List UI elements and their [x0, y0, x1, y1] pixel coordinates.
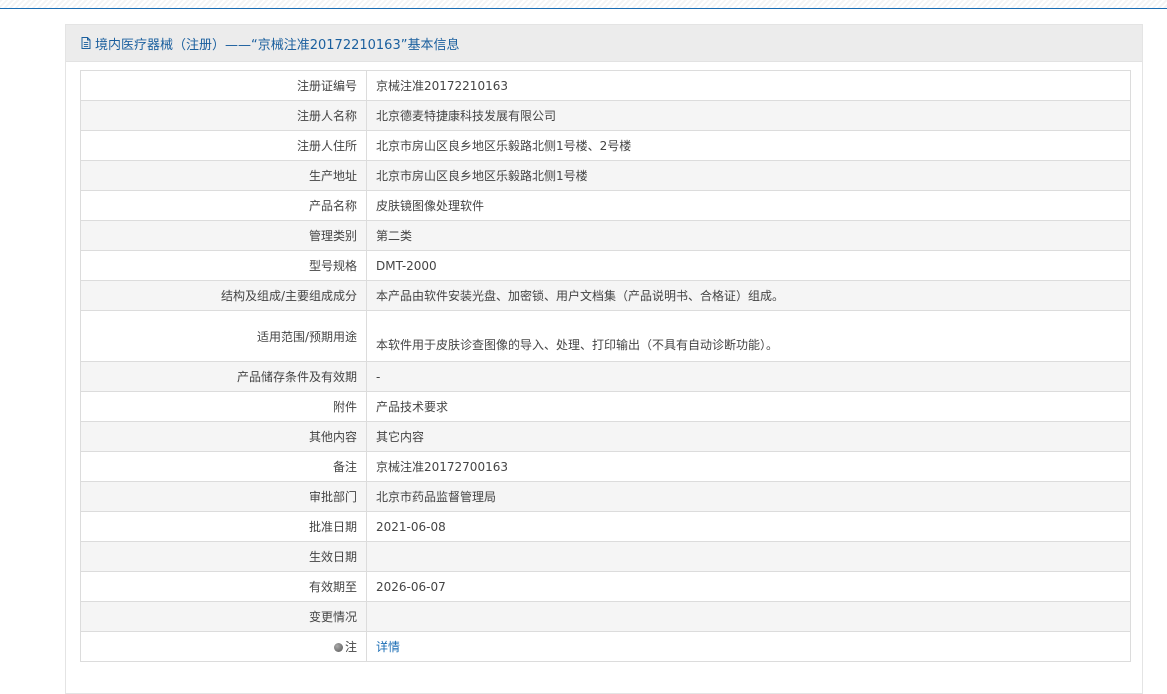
table-row: 批准日期 2021-06-08: [80, 511, 1131, 542]
table-row: 型号规格 DMT-2000: [80, 250, 1131, 281]
row-value: [366, 541, 1131, 572]
row-label: 批准日期: [80, 511, 367, 542]
row-label: 产品储存条件及有效期: [80, 361, 367, 392]
row-value: 北京市药品监督管理局: [366, 481, 1131, 512]
row-label: 型号规格: [80, 250, 367, 281]
info-table: 注册证编号 京械注准20172210163 注册人名称 北京德麦特捷康科技发展有…: [80, 70, 1131, 662]
row-value: 北京市房山区良乡地区乐毅路北侧1号楼: [366, 160, 1131, 191]
details-link[interactable]: 详情: [376, 640, 400, 654]
table-row: 生产地址 北京市房山区良乡地区乐毅路北侧1号楼: [80, 160, 1131, 191]
row-label: 备注: [80, 451, 367, 482]
row-label: 注册人名称: [80, 100, 367, 131]
row-label: 管理类别: [80, 220, 367, 251]
pin-icon: [333, 643, 343, 652]
note-label: 注: [344, 640, 357, 654]
table-row: 管理类别 第二类: [80, 220, 1131, 251]
row-label: 附件: [80, 391, 367, 422]
table-row: 产品储存条件及有效期 -: [80, 361, 1131, 392]
info-panel: 境内医疗器械（注册）——“京械注准20172210163”基本信息 注册证编号 …: [65, 24, 1143, 694]
row-label: 结构及组成/主要组成成分: [80, 280, 367, 311]
row-value: 京械注准20172210163: [366, 70, 1131, 101]
table-row: 审批部门 北京市药品监督管理局: [80, 481, 1131, 512]
table-row: 有效期至 2026-06-07: [80, 571, 1131, 602]
row-label: 有效期至: [80, 571, 367, 602]
row-label: 生产地址: [80, 160, 367, 191]
row-value: 京械注准20172700163: [366, 451, 1131, 482]
note-label-cell: 注: [80, 631, 367, 662]
table-row: 适用范围/预期用途 本软件用于皮肤诊查图像的导入、处理、打印输出（不具有自动诊断…: [80, 310, 1131, 362]
row-value: 其它内容: [366, 421, 1131, 452]
table-row: 生效日期: [80, 541, 1131, 572]
table-row: 注册人住所 北京市房山区良乡地区乐毅路北侧1号楼、2号楼: [80, 130, 1131, 161]
table-row: 附件 产品技术要求: [80, 391, 1131, 422]
table-row: 产品名称 皮肤镜图像处理软件: [80, 190, 1131, 221]
row-value: 本产品由软件安装光盘、加密锁、用户文档集（产品说明书、合格证）组成。: [366, 280, 1131, 311]
panel-body: 注册证编号 京械注准20172210163 注册人名称 北京德麦特捷康科技发展有…: [66, 62, 1142, 693]
row-value: 2021-06-08: [366, 511, 1131, 542]
row-value: 皮肤镜图像处理软件: [366, 190, 1131, 221]
table-row: 注册证编号 京械注准20172210163: [80, 70, 1131, 101]
row-value: 北京市房山区良乡地区乐毅路北侧1号楼、2号楼: [366, 130, 1131, 161]
table-row: 变更情况: [80, 601, 1131, 632]
table-row: 注册人名称 北京德麦特捷康科技发展有限公司: [80, 100, 1131, 131]
table-row-note: 注 详情: [80, 631, 1131, 662]
row-value: 产品技术要求: [366, 391, 1131, 422]
table-row: 结构及组成/主要组成成分 本产品由软件安装光盘、加密锁、用户文档集（产品说明书、…: [80, 280, 1131, 311]
page-title: 境内医疗器械（注册）——“京械注准20172210163”基本信息: [95, 37, 460, 53]
row-label: 变更情况: [80, 601, 367, 632]
row-label: 注册证编号: [80, 70, 367, 101]
row-value: DMT-2000: [366, 250, 1131, 281]
row-value: 北京德麦特捷康科技发展有限公司: [366, 100, 1131, 131]
row-label: 其他内容: [80, 421, 367, 452]
row-value: 2026-06-07: [366, 571, 1131, 602]
row-label: 注册人住所: [80, 130, 367, 161]
document-icon: [81, 37, 91, 49]
row-value: 第二类: [366, 220, 1131, 251]
note-value-cell: 详情: [366, 631, 1131, 662]
row-label: 产品名称: [80, 190, 367, 221]
row-label: 生效日期: [80, 541, 367, 572]
row-value: [366, 601, 1131, 632]
row-value: -: [366, 361, 1131, 392]
panel-header: 境内医疗器械（注册）——“京械注准20172210163”基本信息: [66, 25, 1142, 62]
row-label: 审批部门: [80, 481, 367, 512]
top-decorative-strip: [0, 0, 1167, 9]
table-row: 其他内容 其它内容: [80, 421, 1131, 452]
table-row: 备注 京械注准20172700163: [80, 451, 1131, 482]
row-value: 本软件用于皮肤诊查图像的导入、处理、打印输出（不具有自动诊断功能）。: [366, 310, 1131, 362]
row-label: 适用范围/预期用途: [80, 310, 367, 362]
